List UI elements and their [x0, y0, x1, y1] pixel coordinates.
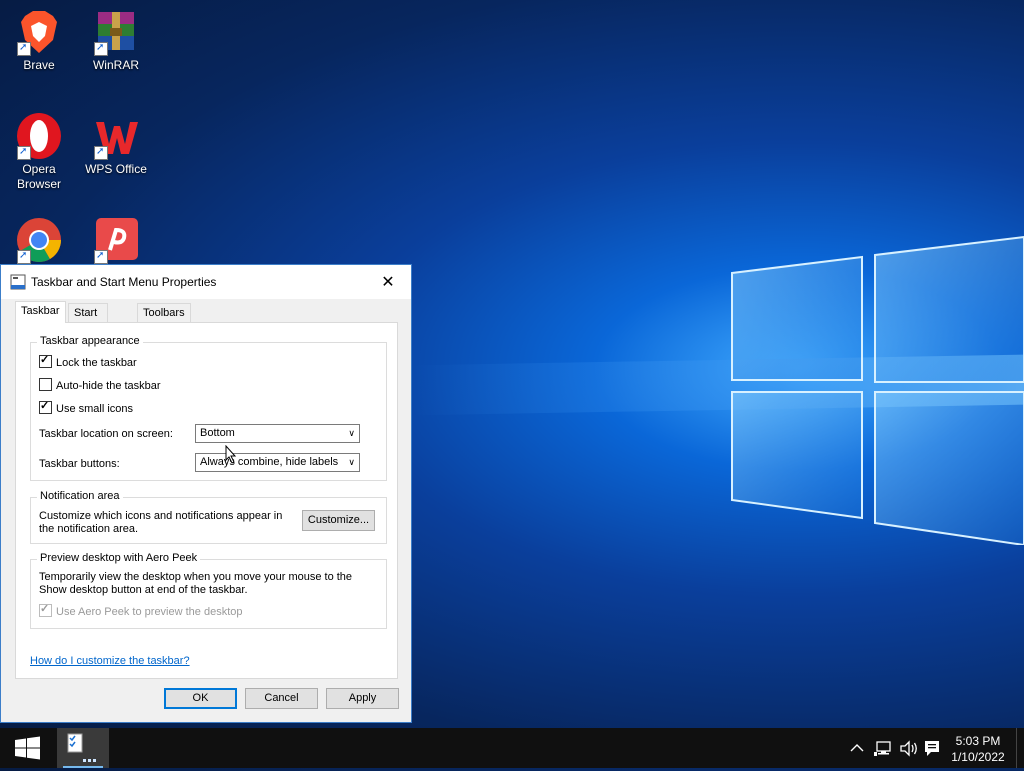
notification-description: Customize which icons and notifications …: [39, 510, 283, 535]
clock-time: 5:03 PM: [955, 734, 1001, 748]
mouse-cursor-icon: [225, 445, 237, 464]
taskbar-properties-dialog: Taskbar and Start Menu Properties ✕ Task…: [0, 264, 412, 723]
help-link[interactable]: How do I customize the taskbar?: [30, 655, 190, 667]
checkbox-box: [39, 399, 52, 414]
taskbar-tab-panel: Taskbar appearance Lock the taskbar Auto…: [15, 322, 398, 679]
ok-button[interactable]: OK: [164, 688, 237, 709]
chevron-up-icon[interactable]: [848, 740, 866, 756]
checkbox-label: Lock the taskbar: [56, 357, 137, 369]
taskbar-appearance-group: Taskbar appearance Lock the taskbar Auto…: [30, 335, 387, 481]
aero-peek-checkbox: Use Aero Peek to preview the desktop: [39, 602, 243, 618]
close-button[interactable]: ✕: [365, 265, 411, 299]
start-button[interactable]: [0, 728, 56, 768]
tab-taskbar[interactable]: Taskbar: [15, 301, 66, 323]
aero-peek-description: Temporarily view the desktop when you mo…: [39, 571, 353, 596]
lock-taskbar-checkbox[interactable]: Lock the taskbar: [39, 353, 137, 369]
checkbox-box: [39, 602, 52, 617]
group-title: Notification area: [37, 490, 123, 502]
close-icon: ✕: [381, 272, 395, 291]
location-dropdown[interactable]: Bottom ∨: [195, 424, 360, 443]
location-label: Taskbar location on screen:: [39, 428, 173, 440]
desktop-icon-label: Brave: [23, 58, 55, 72]
taskbar-properties-icon: [67, 733, 96, 762]
auto-hide-checkbox[interactable]: Auto-hide the taskbar: [39, 378, 161, 392]
checkbox-box: [39, 378, 52, 391]
small-icons-checkbox[interactable]: Use small icons: [39, 399, 134, 415]
taskbar-buttons-dropdown[interactable]: Always combine, hide labels ∨: [195, 453, 360, 472]
volume-icon[interactable]: [899, 740, 919, 757]
chevron-down-icon: ∨: [346, 454, 355, 471]
apply-button[interactable]: Apply: [326, 688, 399, 709]
windows-start-icon: [15, 736, 40, 760]
notification-area-group: Notification area Customize which icons …: [30, 490, 387, 544]
desktop-icon-winrar[interactable]: WinRAR: [77, 8, 155, 73]
desktop-icon-wps-office[interactable]: WPS Office: [77, 112, 155, 177]
checkbox-box: [39, 353, 52, 368]
show-desktop-button[interactable]: [1016, 728, 1024, 768]
desktop-icon-label: WinRAR: [92, 58, 139, 72]
taskbar-properties-icon: [10, 274, 26, 290]
desktop-icon-brave[interactable]: Brave: [0, 8, 78, 73]
customize-button[interactable]: Customize...: [302, 510, 375, 531]
taskbar: 5:03 PM 1/10/2022: [0, 728, 1024, 768]
chevron-down-icon: ∨: [348, 428, 355, 438]
network-icon[interactable]: [874, 740, 894, 757]
system-clock[interactable]: 5:03 PM 1/10/2022: [944, 733, 1012, 765]
aero-peek-group: Preview desktop with Aero Peek Temporari…: [30, 552, 387, 629]
group-title: Preview desktop with Aero Peek: [37, 552, 201, 564]
dropdown-value: Bottom: [200, 427, 235, 439]
dialog-title: Taskbar and Start Menu Properties: [31, 275, 217, 289]
checkbox-label: Use Aero Peek to preview the desktop: [56, 606, 243, 618]
dropdown-value: Always combine, hide labels: [200, 456, 339, 468]
buttons-label: Taskbar buttons:: [39, 458, 120, 470]
desktop-icon-label: Opera Browser: [16, 162, 61, 191]
desktop-icon-label: WPS Office: [85, 162, 147, 176]
cancel-button[interactable]: Cancel: [245, 688, 318, 709]
notifications-icon[interactable]: [923, 739, 941, 757]
dialog-titlebar[interactable]: Taskbar and Start Menu Properties ✕: [1, 265, 411, 299]
clock-date: 1/10/2022: [951, 750, 1005, 764]
taskbar-app-properties[interactable]: [57, 728, 109, 768]
desktop-icon-wps-pdf[interactable]: [77, 216, 155, 266]
tab-toolbars[interactable]: Toolbars: [137, 303, 191, 322]
desktop-icon-chrome[interactable]: [0, 216, 78, 266]
checkbox-label: Auto-hide the taskbar: [56, 380, 161, 392]
wallpaper-windows-logo: [731, 235, 1024, 545]
desktop-icon-opera[interactable]: Opera Browser: [0, 112, 78, 192]
checkbox-label: Use small icons: [56, 403, 134, 415]
group-title: Taskbar appearance: [37, 335, 143, 347]
tab-start-menu[interactable]: Start Menu: [68, 303, 108, 337]
